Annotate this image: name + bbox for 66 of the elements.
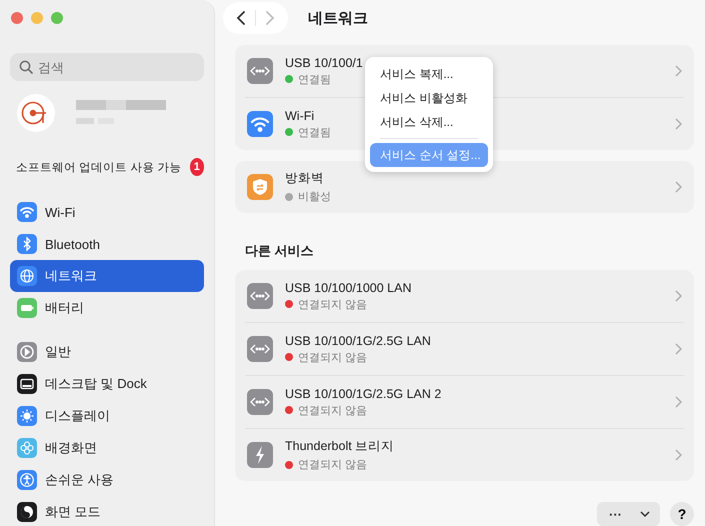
sidebar-item[interactable]: 네트워크 [10,260,204,292]
status-label: 연결되지 않음 [298,458,368,472]
status-label: 연결되지 않음 [298,350,368,364]
chevron-icon [674,65,682,77]
service-name: 방화벽 [285,170,324,187]
sidebar-item[interactable]: 배경화면 [10,432,204,464]
status-label: 연결됨 [298,72,331,86]
help-button[interactable]: ? [670,502,694,526]
notification-badge: 1 [190,158,204,176]
service-name: USB 10/100/1 [285,56,363,70]
bluetooth-icon [17,234,37,254]
status-label: 비활성 [298,190,331,204]
close-button[interactable] [11,12,23,24]
status-label: 연결되지 않음 [298,298,368,312]
contrast-icon [17,502,37,522]
software-update-label[interactable]: 소프트웨어 업데이트 사용 가능 [16,160,182,174]
avatar-icon[interactable] [16,93,56,133]
globe-icon [17,266,37,286]
service-name: USB 10/100/1G/2.5G LAN [285,334,431,348]
sidebar-item[interactable]: 데스크탑 및 Dock [10,368,204,400]
service-name: Wi-Fi [285,108,314,122]
accessibility-icon [17,470,37,490]
sidebar-item[interactable]: 화면 모드 [10,496,204,526]
sidebar-item[interactable]: 일반 [10,336,204,368]
ethernet-icon [247,58,273,84]
zoom-button[interactable] [51,12,63,24]
chevron-icon [674,396,682,408]
chevron-icon [674,449,682,461]
shield-icon [247,174,273,200]
forward-icon[interactable] [264,10,276,26]
ethernet-icon [247,283,273,309]
service-name: USB 10/100/1000 LAN [285,280,412,294]
search-field[interactable]: 검색 [10,53,204,81]
menu-item[interactable]: 서비스 삭제... [370,110,488,134]
lightning-icon [247,442,273,468]
back-icon[interactable] [235,10,247,26]
window-title: 네트워크 [308,8,368,28]
minimize-button[interactable] [31,12,43,24]
chevron-icon [674,181,682,193]
chevron-down-icon [640,510,650,518]
sidebar-item[interactable]: 손쉬운 사용 [10,464,204,496]
search-input[interactable]: 검색 [38,60,188,74]
sidebar-item[interactable]: 디스플레이 [10,400,204,432]
chevron-icon [674,118,682,130]
chevron-icon [674,290,682,302]
sidebar-item[interactable]: Wi-Fi [10,196,204,228]
ethernet-icon [247,389,273,415]
sidebar-item[interactable]: Bluetooth [10,228,204,260]
battery-icon [17,298,37,318]
wifi-icon [247,111,273,137]
wifi-icon [17,202,37,222]
service-name: Thunderbolt 브리지 [285,438,394,455]
status-label: 연결됨 [298,126,331,140]
flower-icon [17,438,37,458]
sun-icon [17,406,37,426]
dock-icon [17,374,37,394]
status-label: 연결되지 않음 [298,404,368,418]
chevron-icon [674,343,682,355]
menu-item[interactable]: 서비스 복제... [370,62,488,86]
ethernet-icon [247,336,273,362]
section-heading: 다른 서비스 [245,242,314,260]
sidebar-item[interactable]: 배터리 [10,292,204,324]
more-actions-button[interactable]: ··· [597,502,660,526]
search-icon [19,60,33,74]
service-name: USB 10/100/1G/2.5G LAN 2 [285,386,442,400]
menu-item[interactable]: 서비스 비활성화 [370,86,488,110]
